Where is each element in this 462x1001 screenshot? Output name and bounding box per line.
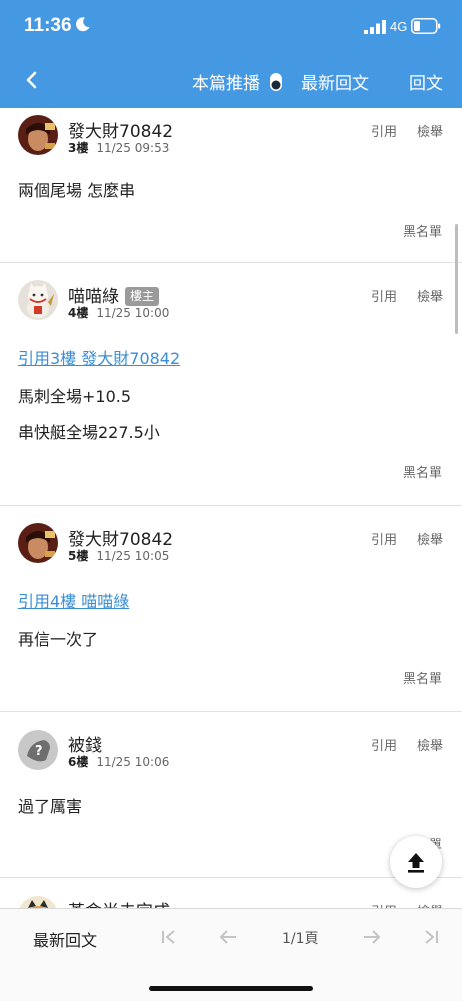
moon-icon [76,17,90,32]
floor-number: 6樓 [68,755,89,769]
next-page-icon[interactable] [362,927,382,947]
prev-page-icon[interactable] [218,927,238,947]
post-floor-5: 發大財70842 5樓 11/25 10:05 引用 檢舉 引用4樓 喵喵綠 再信… [0,506,462,712]
scroll-to-top-button[interactable] [390,836,442,888]
post-meta: 6樓 11/25 10:06 [68,753,169,770]
quote-button[interactable]: 引用 [371,529,397,548]
bottom-pagination-bar: 最新回文 1/1頁 [0,908,462,1001]
post-meta: 5樓 11/25 10:05 [68,547,169,564]
report-button[interactable]: 檢舉 [417,901,443,908]
latest-replies-button[interactable]: 最新回文 [33,927,97,951]
scroll-indicator[interactable] [455,224,458,334]
quoted-post-link[interactable]: 引用4樓 喵喵綠 [18,588,129,612]
avatar[interactable] [18,896,58,908]
post-floor-4: 喵喵綠 樓主 4樓 11/25 10:00 引用 檢舉 引用3樓 發大財70842 … [0,263,462,506]
reply-button[interactable]: 回文 [409,69,443,94]
signal-icon [364,20,386,34]
post-content-line: 串快艇全場227.5小 [18,423,160,442]
arrow-up-icon [408,853,424,873]
back-icon[interactable] [20,68,44,92]
post-content-line: 兩個尾場 怎麼串 [18,181,136,200]
post-time: 11/25 10:06 [96,755,170,769]
post-time: 11/25 09:53 [96,141,170,155]
report-button[interactable]: 檢舉 [417,735,443,754]
blacklist-button[interactable]: 黑名單 [403,668,442,687]
svg-text:?: ? [35,744,43,759]
nav-bar: 本篇推播 最新回文 回文 [0,56,462,108]
post-author[interactable]: 革命尚未完成 [68,897,170,908]
post-content-line: 再信一次了 [18,630,99,649]
report-button[interactable]: 檢舉 [417,121,443,140]
post-content-line: 過了厲害 [18,797,83,816]
battery-icon [411,18,441,34]
quoted-post-link[interactable]: 引用3樓 發大財70842 [18,345,180,369]
floor-number: 3樓 [68,141,89,155]
toggle-icon[interactable] [269,72,283,92]
avatar[interactable]: ? [18,730,58,770]
avatar[interactable] [18,523,58,563]
status-time: 11:36 [24,15,72,36]
post-floor-3: 發大財70842 3樓 11/25 09:53 引用 檢舉 兩個尾場 怎麼串 黑名… [0,108,462,263]
avatar[interactable] [18,280,58,320]
app-header: 11:36 4G 本篇推播 最新回文 回文 [0,0,462,108]
status-bar: 11:36 4G [0,0,462,56]
post-meta: 3樓 11/25 09:53 [68,139,169,156]
post-time: 11/25 10:05 [96,549,170,563]
recommend-toggle-label[interactable]: 本篇推播 [192,69,260,94]
home-indicator [149,986,313,991]
page-indicator[interactable]: 1/1頁 [282,928,319,948]
quote-button[interactable]: 引用 [371,901,397,908]
latest-replies-button[interactable]: 最新回文 [301,69,369,94]
first-page-icon[interactable] [159,927,179,947]
post-content-line: 馬刺全場+10.5 [18,387,132,406]
post-time: 11/25 10:00 [96,306,170,320]
network-type: 4G [390,19,408,34]
last-page-icon[interactable] [421,927,441,947]
quote-button[interactable]: 引用 [371,121,397,140]
post-meta: 4樓 11/25 10:00 [68,304,169,321]
blacklist-button[interactable]: 黑名單 [403,462,442,481]
report-button[interactable]: 檢舉 [417,529,443,548]
quote-button[interactable]: 引用 [371,735,397,754]
blacklist-button[interactable]: 黑名單 [403,221,442,240]
report-button[interactable]: 檢舉 [417,286,443,305]
floor-number: 4樓 [68,306,89,320]
avatar[interactable] [18,115,58,155]
quote-button[interactable]: 引用 [371,286,397,305]
floor-number: 5樓 [68,549,89,563]
